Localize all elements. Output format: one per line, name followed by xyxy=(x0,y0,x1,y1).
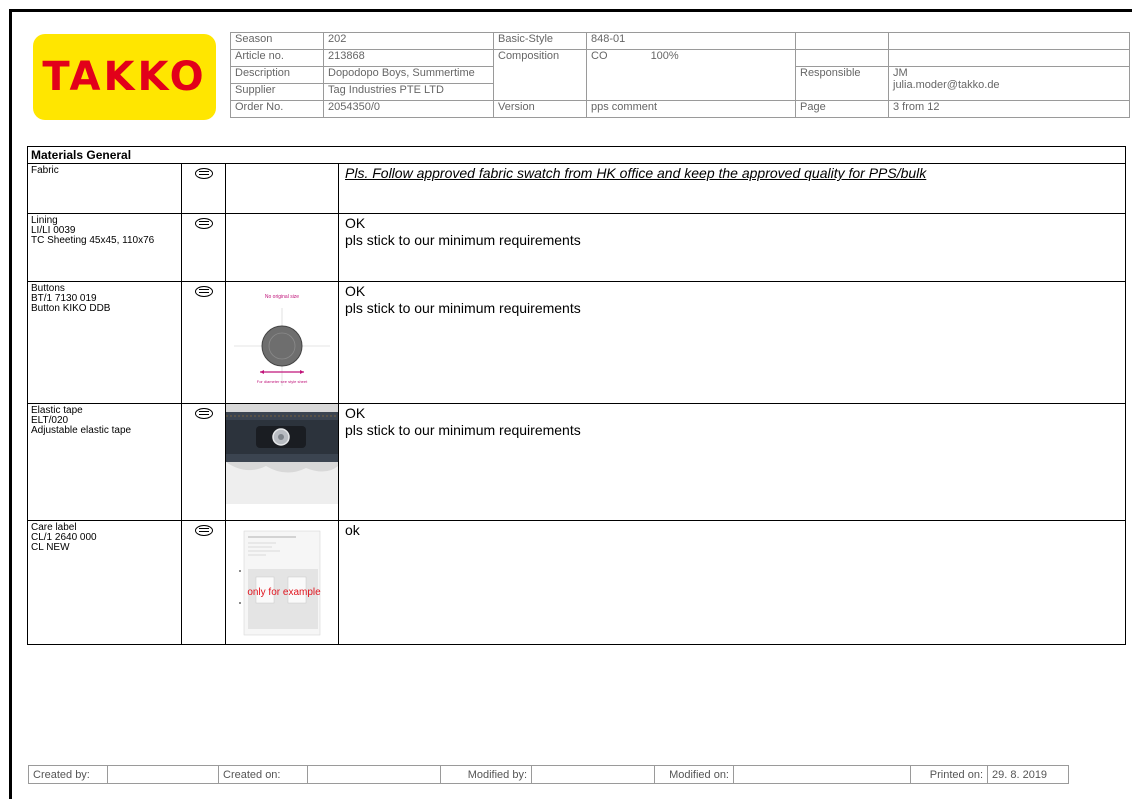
logo-text: TAKKO xyxy=(42,54,207,100)
season-label: Season xyxy=(230,32,324,50)
version-value: pps comment xyxy=(586,100,796,118)
modified-by-value xyxy=(531,765,655,784)
version-label: Version xyxy=(493,100,587,118)
table-row: Elastic tape ELT/020 Adjustable elastic … xyxy=(27,403,1126,521)
table-row: Fabric Pls. Follow approved fabric swatc… xyxy=(27,163,1126,214)
basic-style-value: 848-01 xyxy=(586,32,796,50)
composition-value: CO 100% xyxy=(586,49,796,101)
printed-on-label: Printed on: xyxy=(910,765,988,784)
comment-icon[interactable] xyxy=(194,168,213,179)
created-on-label: Created on: xyxy=(218,765,308,784)
image-cell xyxy=(225,403,339,521)
label-line: TC Sheeting 45x45, 110x76 xyxy=(31,235,155,246)
modified-by-label: Modified by: xyxy=(440,765,532,784)
basic-style-label: Basic-Style xyxy=(493,32,587,50)
comment-line: OK xyxy=(345,283,366,299)
materials-title: Materials General xyxy=(27,146,1126,164)
button-sketch-image: No original size For diameter see style … xyxy=(234,294,330,386)
supplier-label: Supplier xyxy=(230,83,324,101)
comment-icon[interactable] xyxy=(194,218,213,229)
season-value: 202 xyxy=(323,32,494,50)
responsible-email: julia.moder@takko.de xyxy=(893,79,1000,91)
modified-on-label: Modified on: xyxy=(654,765,734,784)
material-label: Buttons BT/1 7130 019 Button KIKO DDB xyxy=(27,281,182,404)
comment-line: pls stick to our minimum requirements xyxy=(345,232,581,248)
material-label: Elastic tape ELT/020 Adjustable elastic … xyxy=(27,403,182,521)
image-cell xyxy=(225,163,339,214)
material-label: Care label CL/1 2640 000 CL NEW xyxy=(27,520,182,645)
created-by-value xyxy=(107,765,219,784)
label-line: Button KIKO DDB xyxy=(31,303,111,314)
material-label: Lining LI/LI 0039 TC Sheeting 45x45, 110… xyxy=(27,213,182,282)
material-label: Fabric xyxy=(27,163,182,214)
order-value: 2054350/0 xyxy=(323,100,494,118)
footer-table: Created by: Created on: Modified by: Mod… xyxy=(28,765,1069,784)
image-cell xyxy=(225,213,339,282)
label-line: Adjustable elastic tape xyxy=(31,425,132,436)
comment-text: ok xyxy=(338,520,1126,645)
supplier-value: Tag Industries PTE LTD xyxy=(323,83,494,101)
empty-cell-4 xyxy=(888,49,1130,67)
article-value: 213868 xyxy=(323,49,494,67)
table-row: Care label CL/1 2640 000 CL NEW only for… xyxy=(27,520,1126,645)
empty-cell-1 xyxy=(795,32,889,50)
comment-icon[interactable] xyxy=(194,408,213,419)
comment-line: Pls. Follow approved fabric swatch from … xyxy=(345,165,927,181)
comment-cell[interactable] xyxy=(181,213,226,282)
comment-line: pls stick to our minimum requirements xyxy=(345,300,581,316)
responsible-initials: JM xyxy=(893,67,908,79)
header-table: Season 202 Basic-Style 848-01 Article no… xyxy=(230,32,1130,118)
page-value: 3 from 12 xyxy=(888,100,1130,118)
comment-line: pls stick to our minimum requirements xyxy=(345,422,581,438)
comment-cell[interactable] xyxy=(181,403,226,521)
composition-label: Composition xyxy=(493,49,587,101)
button-image-caption-top: No original size xyxy=(265,294,299,300)
label-line: CL NEW xyxy=(31,542,70,553)
label-line: Fabric xyxy=(31,165,59,176)
table-row: Buttons BT/1 7130 019 Button KIKO DDB No… xyxy=(27,281,1126,404)
responsible-label: Responsible xyxy=(795,66,889,101)
comment-icon[interactable] xyxy=(194,525,213,536)
page-label: Page xyxy=(795,100,889,118)
care-label-stamp: only for example xyxy=(247,587,321,598)
description-value: Dopodopo Boys, Summertime xyxy=(323,66,494,84)
comment-cell[interactable] xyxy=(181,281,226,404)
comment-line: ok xyxy=(345,522,360,538)
article-label: Article no. xyxy=(230,49,324,67)
printed-on-value: 29. 8. 2019 xyxy=(987,765,1069,784)
comment-text: OK pls stick to our minimum requirements xyxy=(338,213,1126,282)
comment-text: OK pls stick to our minimum requirements xyxy=(338,403,1126,521)
comment-cell[interactable] xyxy=(181,520,226,645)
empty-cell-2 xyxy=(888,32,1130,50)
created-by-label: Created by: xyxy=(28,765,108,784)
empty-cell-3 xyxy=(795,49,889,67)
comment-icon[interactable] xyxy=(194,286,213,297)
order-label: Order No. xyxy=(230,100,324,118)
comment-cell[interactable] xyxy=(181,163,226,214)
composition-material: CO xyxy=(591,50,608,62)
image-cell: No original size For diameter see style … xyxy=(225,281,339,404)
responsible-value: JM julia.moder@takko.de xyxy=(888,66,1130,101)
comment-line: OK xyxy=(345,215,366,231)
takko-logo: TAKKO xyxy=(33,34,216,120)
comment-line: OK xyxy=(345,405,366,421)
composition-percent: 100% xyxy=(650,50,679,62)
comment-text: OK pls stick to our minimum requirements xyxy=(338,281,1126,404)
button-image-caption-bottom: For diameter see style sheet xyxy=(257,379,308,384)
description-label: Description xyxy=(230,66,324,84)
materials-table: Materials General Fabric Pls. Follow app… xyxy=(27,146,1126,645)
comment-text: Pls. Follow approved fabric swatch from … xyxy=(338,163,1126,214)
elastic-tape-photo xyxy=(226,404,338,504)
modified-on-value xyxy=(733,765,911,784)
created-on-value xyxy=(307,765,441,784)
care-label-sketch-image: only for example xyxy=(239,530,321,636)
image-cell: only for example xyxy=(225,520,339,645)
table-row: Lining LI/LI 0039 TC Sheeting 45x45, 110… xyxy=(27,213,1126,282)
